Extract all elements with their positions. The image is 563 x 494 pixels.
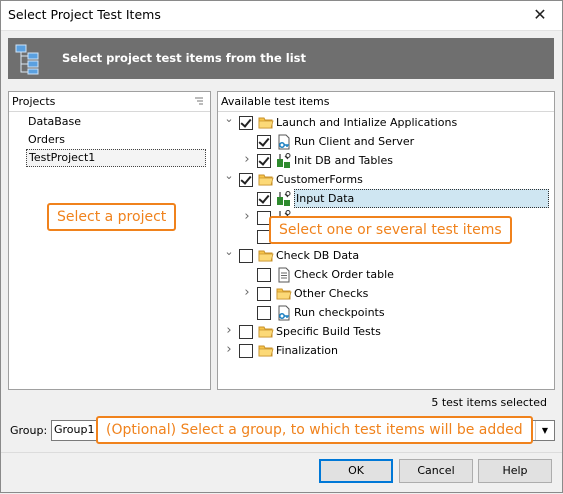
checkbox[interactable] xyxy=(257,306,271,320)
group-value: Group1 xyxy=(54,423,95,436)
folder-icon xyxy=(258,324,274,340)
tree-row-label: Launch and Intialize Applications xyxy=(276,116,458,129)
folder-icon xyxy=(276,286,292,302)
collapse-icon[interactable]: ⌄ xyxy=(224,113,234,132)
callout-select-project: Select a project xyxy=(47,203,177,231)
project-item-testproject1[interactable]: TestProject1 xyxy=(26,149,206,167)
ok-button[interactable]: OK xyxy=(319,459,393,483)
expand-icon[interactable]: › xyxy=(242,284,252,303)
expand-icon[interactable]: › xyxy=(242,151,252,170)
checkbox[interactable] xyxy=(239,344,253,358)
key-script-icon xyxy=(276,305,292,321)
keyword-test-icon xyxy=(276,191,292,207)
expand-icon[interactable]: › xyxy=(224,322,234,341)
projects-header: Projects xyxy=(9,92,210,112)
callout-select-tests: Select one or several test items xyxy=(269,216,512,244)
cancel-button[interactable]: Cancel xyxy=(399,459,473,483)
checkbox[interactable] xyxy=(239,325,253,339)
tree-row-label: Finalization xyxy=(276,344,338,357)
tree-row-label: Run checkpoints xyxy=(294,306,385,319)
tree-row[interactable]: › Specific Build Tests xyxy=(218,322,552,341)
tree-row[interactable]: ⌄ Launch and Intialize Applications xyxy=(218,113,552,132)
help-button[interactable]: Help xyxy=(478,459,552,483)
collapse-icon[interactable]: ⌄ xyxy=(224,170,234,189)
tree-row[interactable]: Run checkpoints xyxy=(218,303,552,322)
sort-icon[interactable] xyxy=(195,97,205,106)
project-item-orders[interactable]: Orders xyxy=(26,132,67,148)
folder-icon xyxy=(258,343,274,359)
expand-icon[interactable]: › xyxy=(224,341,234,360)
checkbox[interactable] xyxy=(257,268,271,282)
projects-panel: Projects DataBase Orders TestProject1 xyxy=(8,91,211,390)
checkbox[interactable] xyxy=(239,249,253,263)
selection-summary: 5 test items selected xyxy=(431,396,547,409)
tree-row[interactable]: › Finalization xyxy=(218,341,552,360)
tree-row-label: Run Client and Server xyxy=(294,135,415,148)
tree-row[interactable]: ⌄ CustomerForms xyxy=(218,170,552,189)
project-tree-icon xyxy=(15,44,39,75)
checkbox[interactable] xyxy=(257,135,271,149)
tree-row-label: Init DB and Tables xyxy=(294,154,393,167)
tree-row[interactable]: › Init DB and Tables xyxy=(218,151,552,170)
projects-header-label: Projects xyxy=(12,95,56,108)
folder-icon xyxy=(258,172,274,188)
tree-row[interactable]: ⌄ Check DB Data xyxy=(218,246,552,265)
callout-select-group: (Optional) Select a group, to which test… xyxy=(96,416,533,444)
tree-row-label: Specific Build Tests xyxy=(276,325,381,338)
tree-row-label: CustomerForms xyxy=(276,173,363,186)
checkbox[interactable] xyxy=(257,192,271,206)
key-script-icon xyxy=(276,134,292,150)
checkbox[interactable] xyxy=(239,116,253,130)
script-icon xyxy=(276,267,292,283)
tree-row[interactable]: Check Order table xyxy=(218,265,552,284)
checkbox[interactable] xyxy=(257,287,271,301)
chevron-down-icon[interactable]: ▼ xyxy=(535,421,554,440)
folder-icon xyxy=(258,248,274,264)
checkbox[interactable] xyxy=(257,154,271,168)
banner-text: Select project test items from the list xyxy=(62,51,306,65)
close-icon[interactable]: ✕ xyxy=(517,0,563,30)
expand-icon[interactable]: › xyxy=(242,208,252,227)
group-label: Group: xyxy=(10,424,48,437)
tree-row-label: Other Checks xyxy=(294,287,369,300)
tree-row-label: Check DB Data xyxy=(276,249,360,262)
tree-row[interactable]: Input Data xyxy=(218,189,552,208)
title-bar: Select Project Test Items ✕ xyxy=(0,0,563,31)
collapse-icon[interactable]: ⌄ xyxy=(224,246,234,265)
folder-icon xyxy=(258,115,274,131)
checkbox[interactable] xyxy=(239,173,253,187)
tree-row-label: Check Order table xyxy=(294,268,394,281)
tree-row-label: Input Data xyxy=(294,189,549,208)
header-banner: Select project test items from the list xyxy=(8,38,554,79)
window-title: Select Project Test Items xyxy=(8,7,161,22)
tree-row[interactable]: › Other Checks xyxy=(218,284,552,303)
tree-row[interactable]: Run Client and Server xyxy=(218,132,552,151)
tests-header: Available test items xyxy=(218,92,554,112)
tests-header-label: Available test items xyxy=(221,95,330,108)
project-item-database[interactable]: DataBase xyxy=(26,114,83,130)
keyword-test-icon xyxy=(276,153,292,169)
